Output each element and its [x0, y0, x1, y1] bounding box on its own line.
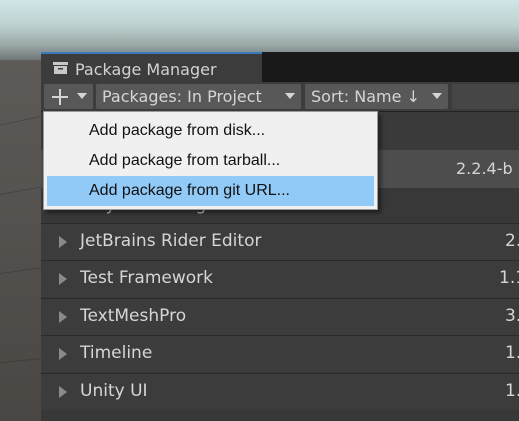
list-item[interactable]: JetBrains Rider Editor 2. — [41, 223, 519, 260]
add-package-menu: Add package from disk... Add package fro… — [43, 111, 378, 210]
window-title: Package Manager — [75, 60, 217, 79]
expand-arrow-icon[interactable] — [59, 311, 67, 323]
sort-label: Sort: Name ↓ — [311, 87, 420, 106]
list-item[interactable]: Unity UI 1. — [41, 373, 519, 410]
menu-item-label: Add package from git URL... — [89, 182, 290, 199]
list-item[interactable]: Timeline 1. — [41, 335, 519, 372]
package-name: JetBrains Rider Editor — [80, 231, 262, 251]
package-name: Timeline — [80, 343, 153, 363]
expand-arrow-icon[interactable] — [59, 236, 67, 248]
scene-ground — [0, 60, 44, 421]
plus-icon — [52, 89, 68, 105]
package-icon — [53, 62, 68, 74]
package-version: 1. — [505, 343, 519, 363]
package-version: 2. — [505, 231, 519, 251]
menu-item-add-from-git-url[interactable]: Add package from git URL... — [47, 176, 374, 206]
packages-filter-dropdown[interactable]: Packages: In Project — [96, 84, 301, 109]
chevron-down-icon — [285, 93, 295, 99]
chevron-down-icon — [432, 93, 442, 99]
expand-arrow-icon[interactable] — [59, 348, 67, 360]
window-tab-bar: Package Manager — [41, 52, 519, 82]
package-name: Unity UI — [80, 381, 148, 401]
expand-arrow-icon[interactable] — [59, 273, 67, 285]
menu-item-label: Add package from disk... — [89, 122, 266, 139]
chevron-down-icon — [77, 93, 87, 99]
menu-item-add-from-tarball[interactable]: Add package from tarball... — [47, 146, 374, 176]
list-item[interactable]: TextMeshPro 3. — [41, 298, 519, 335]
scene-sky — [0, 0, 519, 60]
package-name: TextMeshPro — [80, 306, 187, 326]
expand-arrow-icon[interactable] — [59, 386, 67, 398]
add-package-button[interactable] — [44, 84, 93, 109]
tab-package-manager[interactable]: Package Manager — [41, 52, 262, 82]
package-version: 1.1 — [499, 268, 519, 288]
package-version: 3. — [505, 306, 519, 326]
sort-dropdown[interactable]: Sort: Name ↓ — [305, 84, 448, 109]
packages-filter-label: Packages: In Project — [102, 87, 262, 106]
package-version: 1. — [505, 381, 519, 401]
menu-item-add-from-disk[interactable]: Add package from disk... — [47, 116, 374, 146]
menu-item-label: Add package from tarball... — [89, 152, 281, 169]
package-manager-window: Package Manager Packages: In Project Sor… — [41, 52, 519, 421]
list-item[interactable]: Test Framework 1.1 — [41, 260, 519, 297]
toolbar: Packages: In Project Sort: Name ↓ — [41, 82, 519, 112]
search-field[interactable] — [452, 84, 519, 109]
package-name: Test Framework — [80, 268, 213, 288]
package-version: 2.2.4-b — [456, 159, 513, 178]
